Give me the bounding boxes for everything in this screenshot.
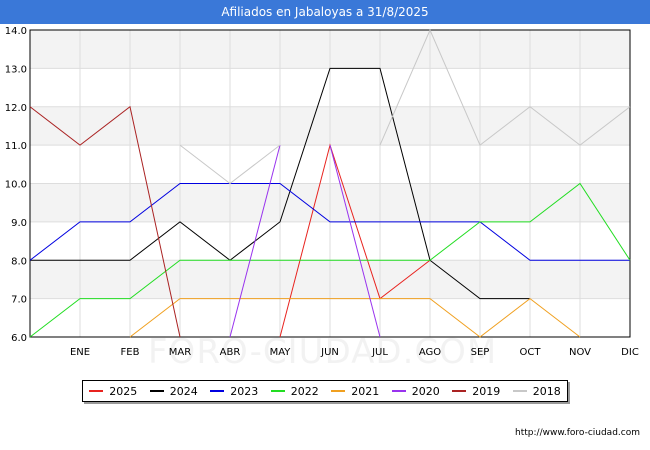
legend-item-2019: 2019: [452, 385, 500, 398]
x-tick-label: JUL: [371, 347, 388, 358]
y-tick-label: 6.0: [11, 333, 27, 344]
legend-swatch: [270, 390, 285, 392]
x-tick-label: AGO: [419, 347, 441, 358]
legend-swatch: [331, 390, 346, 392]
legend-swatch: [149, 390, 164, 392]
chart-legend: 2025 2024 2023 2022 2021 2020 2019 2018: [82, 380, 568, 402]
source-link[interactable]: http://www.foro-ciudad.com: [515, 428, 640, 438]
x-tick-label: ENE: [70, 347, 90, 358]
legend-swatch: [391, 390, 406, 392]
y-tick-label: 10.0: [5, 180, 27, 191]
y-tick-label: 8.0: [11, 256, 27, 267]
x-tick-label: MAY: [270, 347, 292, 358]
legend-swatch: [210, 390, 225, 392]
series-line-2021: [129, 297, 581, 338]
legend-label: 2023: [230, 384, 259, 398]
x-tick-label: ABR: [220, 347, 241, 358]
legend-swatch: [89, 390, 104, 392]
x-tick-label: OCT: [520, 347, 542, 358]
legend-item-2021: 2021: [331, 385, 379, 398]
line-chart: 6.0 7.0 8.0 9.0 10.0 11.0 12.0 13.0 14.0 ENE FEB MA…: [5, 26, 639, 358]
x-tick-label: NOV: [569, 347, 591, 358]
legend-label: 2021: [351, 384, 380, 398]
x-tick-label: JUN: [320, 347, 339, 358]
legend-label: 2019: [472, 384, 501, 398]
series-line-2020: [229, 144, 281, 338]
y-tick-label: 14.0: [5, 26, 27, 37]
legend-label: 2025: [109, 384, 138, 398]
legend-label: 2024: [169, 384, 198, 398]
legend-label: 2022: [290, 384, 319, 398]
x-tick-label: SEP: [471, 347, 490, 358]
legend-item-2023: 2023: [210, 385, 258, 398]
legend-label: 2020: [411, 384, 440, 398]
legend-item-2020: 2020: [391, 384, 440, 398]
x-tick-label: MAR: [169, 347, 191, 358]
x-tick-label: DIC: [621, 347, 639, 358]
y-tick-label: 12.0: [5, 103, 27, 114]
series-line-2020b: [329, 144, 381, 338]
legend-item-2018: 2018: [512, 384, 561, 398]
legend-swatch: [452, 390, 467, 392]
y-tick-label: 7.0: [11, 295, 27, 306]
legend-item-2022: 2022: [270, 384, 319, 398]
legend-swatch: [512, 390, 527, 392]
y-tick-label: 13.0: [5, 64, 27, 75]
y-tick-label: 9.0: [11, 218, 27, 229]
legend-label: 2018: [532, 384, 561, 398]
legend-item-2024: 2024: [149, 384, 198, 398]
x-tick-label: FEB: [121, 347, 140, 358]
y-tick-label: 11.0: [5, 141, 27, 152]
legend-item-2025: 2025: [89, 385, 137, 398]
